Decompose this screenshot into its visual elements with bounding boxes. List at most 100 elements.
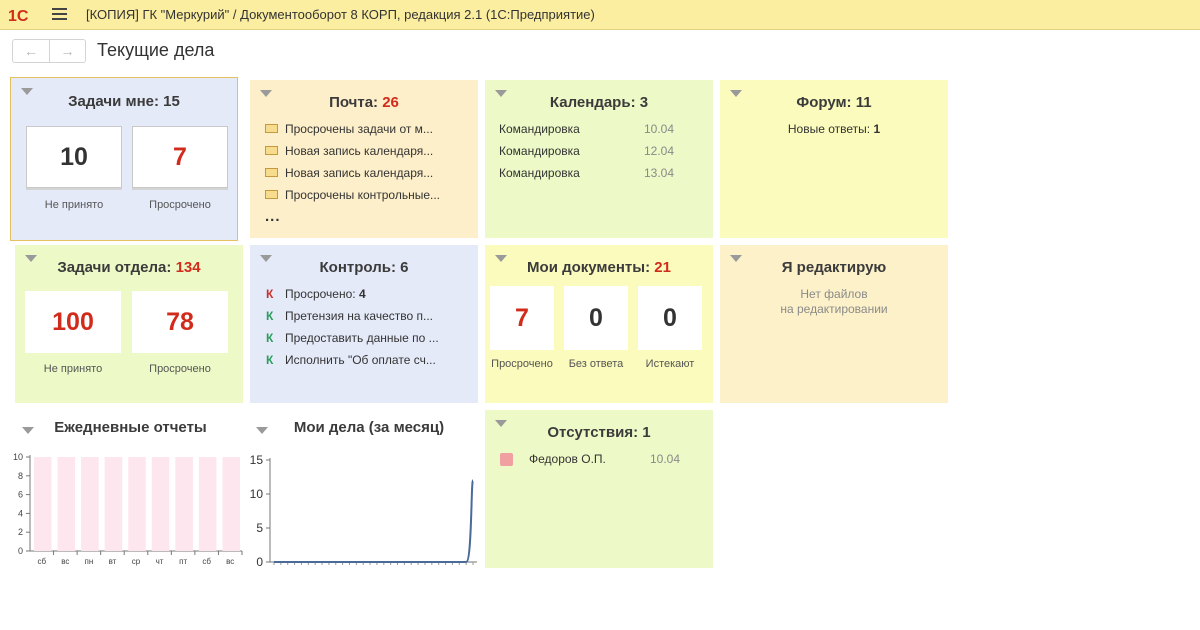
absence-marker-icon <box>500 453 513 467</box>
tile-my-cases[interactable]: Мои дела (за месяц) 0 5 10 15 <box>248 410 480 580</box>
overdue-box[interactable]: 78 <box>132 291 228 353</box>
y-tick-label: 15 <box>250 453 264 467</box>
tasks-dept-count: 134 <box>175 259 201 276</box>
1c-logo-icon[interactable]: 1С <box>8 6 40 24</box>
daily-reports-title: Ежедневные отчеты <box>54 419 207 436</box>
y-tick-label: 0 <box>18 546 23 556</box>
arrow-left-icon: ← <box>23 43 38 59</box>
tile-title[interactable]: Задачи отдела: 134 <box>15 259 243 276</box>
control-mark-icon: К <box>266 353 274 367</box>
envelope-icon <box>265 124 278 134</box>
overdue-value: 7 <box>515 304 529 332</box>
tile-my-documents[interactable]: Мои документы: 21 7 0 0 Просрочено Без о… <box>485 245 713 403</box>
no-answer-label: Без ответа <box>568 358 624 370</box>
tile-title[interactable]: Мои документы: 21 <box>485 259 713 276</box>
tile-editing[interactable]: Я редактирую Нет файлов на редактировани… <box>720 245 948 403</box>
list-item[interactable]: К Просрочено: 4 <box>266 287 366 301</box>
list-item[interactable]: Командировка <box>499 122 580 136</box>
no-answer-box[interactable]: 0 <box>564 286 628 350</box>
absence-date: 10.04 <box>650 452 681 466</box>
x-tick-label: вт <box>109 557 117 566</box>
list-item[interactable]: К Исполнить "Об оплате сч... <box>266 353 436 367</box>
arrow-right-icon: → <box>60 43 75 59</box>
list-item[interactable]: Просрочены задачи от м... <box>265 122 433 136</box>
x-tick-label: ср <box>132 557 141 566</box>
overdue-value: 78 <box>166 308 194 336</box>
bar <box>81 457 99 551</box>
tile-absences[interactable]: Отсутствия: 1 Федоров О.П. 10.04 <box>485 410 713 568</box>
envelope-icon <box>265 146 278 156</box>
tile-tasks-me[interactable]: Задачи мне: 15 10 7 Не принято Просрочен… <box>10 77 238 241</box>
tile-forum[interactable]: Форум: 11 Новые ответы: 1 <box>720 80 948 238</box>
more-link[interactable]: ... <box>265 208 281 225</box>
envelope-icon <box>265 190 278 200</box>
no-answer-value: 0 <box>589 304 603 332</box>
list-item[interactable]: Командировка <box>499 166 580 180</box>
y-tick-label: 2 <box>18 527 23 537</box>
new-replies-label: Новые ответы: <box>787 122 874 136</box>
tile-daily-reports[interactable]: Ежедневные отчеты 0 2 4 6 8 10 сб вс пн вт ср чт пт с… <box>0 410 245 580</box>
x-tick-label: сб <box>202 557 211 566</box>
tile-title[interactable]: Я редактирую <box>720 259 948 276</box>
list-item[interactable]: К Предоставить данные по ... <box>266 331 439 345</box>
tile-calendar[interactable]: Календарь: 3 Командировка 10.04 Командир… <box>485 80 713 238</box>
daily-reports-chart: 0 2 4 6 8 10 сб вс пн вт ср чт пт сб вс <box>13 452 243 566</box>
bar <box>57 457 76 551</box>
control-mark-icon: К <box>266 287 274 301</box>
not-accepted-value: 10 <box>60 143 88 171</box>
tile-title[interactable]: Задачи мне: 15 <box>11 93 237 110</box>
expiring-box[interactable]: 0 <box>638 286 702 350</box>
tile-mail[interactable]: Почта: 26 Просрочены задачи от м... Нова… <box>250 80 478 238</box>
tile-title[interactable]: Почта: 26 <box>250 94 478 111</box>
new-replies[interactable]: Новые ответы: 1 <box>720 122 948 136</box>
x-tick-label: вс <box>226 557 234 566</box>
event-date: 10.04 <box>644 122 675 136</box>
title-bar: 1С [КОПИЯ] ГК "Меркурий" / Документообор… <box>0 0 1200 30</box>
list-item[interactable]: К Претензия на качество п... <box>266 309 433 323</box>
hamburger-menu-icon[interactable] <box>52 8 67 21</box>
not-accepted-label: Не принято <box>43 363 103 375</box>
overdue-label: Просрочено <box>491 358 553 370</box>
tile-tasks-dept[interactable]: Задачи отдела: 134 100 78 Не принято Про… <box>15 245 243 403</box>
logo-text: 1С <box>8 8 29 24</box>
y-tick-label: 5 <box>256 521 263 535</box>
overdue-label: Просрочено <box>149 363 211 375</box>
bar <box>175 457 193 551</box>
list-item[interactable]: Новая запись календаря... <box>265 144 433 158</box>
no-files-message: Нет файлов на редактировании <box>720 287 948 317</box>
list-item[interactable]: Просрочены контрольные... <box>265 188 440 202</box>
x-tick-label: сб <box>37 557 46 566</box>
not-accepted-box[interactable]: 100 <box>25 291 121 353</box>
tile-title[interactable]: Контроль: 6 <box>250 259 478 276</box>
navigation-buttons: ← → <box>12 39 86 63</box>
expiring-label: Истекают <box>645 358 695 370</box>
tile-title[interactable]: Календарь: 3 <box>485 94 713 111</box>
bar <box>104 457 123 551</box>
window-title: [КОПИЯ] ГК "Меркурий" / Документооборот … <box>86 7 595 22</box>
control-mark-icon: К <box>266 331 274 345</box>
page-title: Текущие дела <box>97 40 215 60</box>
overdue-box[interactable]: 7 <box>132 126 228 188</box>
no-files-line1: Нет файлов <box>800 287 868 301</box>
list-item[interactable]: Командировка <box>499 144 580 158</box>
list-item[interactable]: Федоров О.П. <box>500 452 606 467</box>
list-item[interactable]: Новая запись календаря... <box>265 166 433 180</box>
not-accepted-box[interactable]: 10 <box>26 126 122 188</box>
bar <box>222 457 240 551</box>
mail-count: 26 <box>382 94 399 111</box>
forward-button[interactable]: → <box>48 40 85 62</box>
bar <box>198 457 217 551</box>
tile-title[interactable]: Отсутствия: 1 <box>485 424 713 441</box>
not-accepted-value: 100 <box>52 308 94 336</box>
overdue-value: 7 <box>173 143 187 171</box>
envelope-icon <box>265 168 278 178</box>
y-tick-label: 10 <box>13 452 23 462</box>
back-button[interactable]: ← <box>13 40 49 62</box>
overdue-box[interactable]: 7 <box>490 286 554 350</box>
tile-control[interactable]: Контроль: 6 К Просрочено: 4 К Претензия на… <box>250 245 478 403</box>
y-tick-label: 10 <box>250 487 264 501</box>
my-cases-chart: 0 5 10 15 <box>250 453 477 569</box>
no-files-line2: на редактировании <box>780 302 888 316</box>
tile-title[interactable]: Форум: 11 <box>720 94 948 111</box>
x-tick-label: чт <box>156 557 164 566</box>
